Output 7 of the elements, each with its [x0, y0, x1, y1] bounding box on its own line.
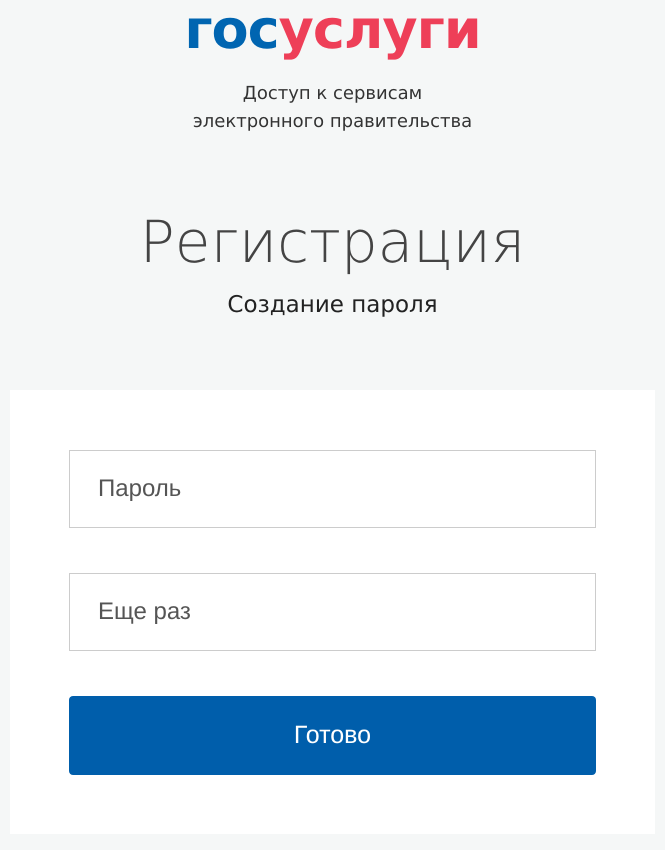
password-field[interactable]: Пароль [69, 450, 596, 528]
tagline: Доступ к сервисам электронного правительства [192, 82, 474, 134]
logo: госуслуги [183, 0, 482, 60]
page-subtitle: Создание пароля [226, 291, 439, 320]
done-button[interactable]: Готово [69, 696, 596, 775]
page-title: Регистрация [138, 207, 526, 278]
password-field[interactable]: Еще раз [69, 573, 596, 651]
